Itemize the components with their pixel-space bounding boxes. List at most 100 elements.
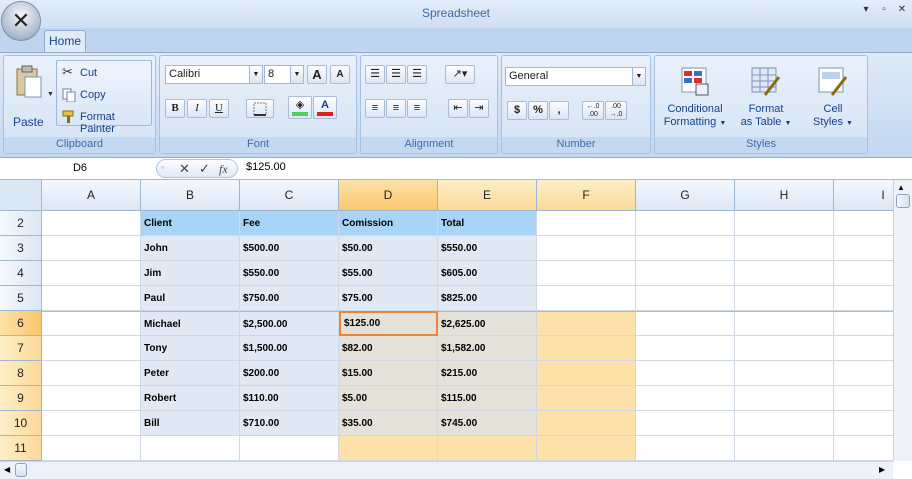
cell-g4[interactable] xyxy=(636,261,735,286)
cell-h5[interactable] xyxy=(735,286,834,311)
cell-e7[interactable]: $1,582.00 xyxy=(438,336,537,361)
cell-b8[interactable]: Peter xyxy=(141,361,240,386)
cell-i2[interactable] xyxy=(834,211,893,236)
cell-h7[interactable] xyxy=(735,336,834,361)
formula-input[interactable]: $125.00 xyxy=(246,158,912,179)
cell-g2[interactable] xyxy=(636,211,735,236)
column-header-g[interactable]: G xyxy=(636,180,735,211)
align-top-button[interactable]: ☰ xyxy=(365,65,385,84)
scroll-right-icon[interactable]: ▶ xyxy=(879,465,885,474)
cell-c5[interactable]: $750.00 xyxy=(240,286,339,311)
cell-f7[interactable] xyxy=(537,336,636,361)
row-header-4[interactable]: 4 xyxy=(0,261,42,286)
cell-a4[interactable] xyxy=(42,261,141,286)
cell-d11[interactable] xyxy=(339,436,438,461)
cell-f11[interactable] xyxy=(537,436,636,461)
column-header-b[interactable]: B xyxy=(141,180,240,211)
cell-c10[interactable]: $710.00 xyxy=(240,411,339,436)
row-header-6[interactable]: 6 xyxy=(0,311,42,336)
number-format-combo[interactable]: General ▼ xyxy=(505,67,646,86)
cell-e5[interactable]: $825.00 xyxy=(438,286,537,311)
cell-f5[interactable] xyxy=(537,286,636,311)
column-header-a[interactable]: A xyxy=(42,180,141,211)
increase-indent-button[interactable]: ⇥ xyxy=(469,99,489,118)
close-button[interactable]: ✕ xyxy=(895,4,909,16)
row-header-3[interactable]: 3 xyxy=(0,236,42,261)
cell-i7[interactable] xyxy=(834,336,893,361)
cell-f2[interactable] xyxy=(537,211,636,236)
vertical-scrollbar[interactable]: ▲ xyxy=(893,180,912,461)
cell-d9[interactable]: $5.00 xyxy=(339,386,438,411)
cell-i10[interactable] xyxy=(834,411,893,436)
cell-d4[interactable]: $55.00 xyxy=(339,261,438,286)
select-all-corner[interactable] xyxy=(0,180,42,211)
cell-f10[interactable] xyxy=(537,411,636,436)
enter-formula-button[interactable]: ✓ xyxy=(199,161,210,177)
borders-button[interactable] xyxy=(246,99,274,118)
copy-button[interactable]: Copy xyxy=(59,85,149,104)
number-format-dropdown-icon[interactable]: ▼ xyxy=(632,68,645,85)
cell-e11[interactable] xyxy=(438,436,537,461)
row-header-8[interactable]: 8 xyxy=(0,361,42,386)
insert-function-button[interactable]: fx xyxy=(219,162,228,177)
cell-f6[interactable] xyxy=(537,311,636,336)
row-header-9[interactable]: 9 xyxy=(0,386,42,411)
restore-button[interactable]: ▫ xyxy=(877,4,891,16)
decrease-decimal-button[interactable]: .00 →.0 xyxy=(605,101,627,120)
grow-font-button[interactable]: A xyxy=(307,65,327,84)
paste-button[interactable]: ▼ Paste xyxy=(8,60,54,130)
cell-f8[interactable] xyxy=(537,361,636,386)
cell-i5[interactable] xyxy=(834,286,893,311)
column-header-h[interactable]: H xyxy=(735,180,834,211)
tab-home[interactable]: Home xyxy=(44,30,86,53)
cell-styles-button[interactable]: Cell Styles ▼ xyxy=(801,64,863,134)
cell-c11[interactable] xyxy=(240,436,339,461)
cell-a8[interactable] xyxy=(42,361,141,386)
shrink-font-button[interactable]: A xyxy=(330,65,350,84)
cell-b6[interactable]: Michael xyxy=(141,311,240,336)
cell-d7[interactable]: $82.00 xyxy=(339,336,438,361)
font-color-button[interactable]: A xyxy=(313,96,337,119)
cell-h6[interactable] xyxy=(735,311,834,336)
paste-dropdown-arrow-icon[interactable]: ▼ xyxy=(47,91,54,98)
cell-c8[interactable]: $200.00 xyxy=(240,361,339,386)
cell-g9[interactable] xyxy=(636,386,735,411)
cell-a9[interactable] xyxy=(42,386,141,411)
underline-button[interactable]: U xyxy=(209,99,229,118)
percent-button[interactable]: % xyxy=(528,101,548,120)
name-box[interactable]: D6 xyxy=(0,158,160,179)
align-right-button[interactable]: ≡ xyxy=(407,99,427,118)
cell-b10[interactable]: Bill xyxy=(141,411,240,436)
application-menu-button[interactable]: ✕ xyxy=(1,1,41,41)
cell-d3[interactable]: $50.00 xyxy=(339,236,438,261)
cell-b3[interactable]: John xyxy=(141,236,240,261)
cell-g8[interactable] xyxy=(636,361,735,386)
row-header-10[interactable]: 10 xyxy=(0,411,42,436)
cell-c6[interactable]: $2,500.00 xyxy=(240,311,339,336)
font-size-dropdown-icon[interactable]: ▼ xyxy=(290,66,303,83)
format-as-table-button[interactable]: Format as Table ▼ xyxy=(733,64,797,134)
cell-h11[interactable] xyxy=(735,436,834,461)
column-header-c[interactable]: C xyxy=(240,180,339,211)
cell-i4[interactable] xyxy=(834,261,893,286)
cell-a6[interactable] xyxy=(42,311,141,336)
row-header-5[interactable]: 5 xyxy=(0,286,42,311)
cell-i11[interactable] xyxy=(834,436,893,461)
increase-decimal-button[interactable]: ←.0 .00 xyxy=(582,101,604,120)
font-family-dropdown-icon[interactable]: ▼ xyxy=(249,66,262,83)
horizontal-scroll-thumb[interactable] xyxy=(15,463,27,477)
cell-b4[interactable]: Jim xyxy=(141,261,240,286)
cell-f4[interactable] xyxy=(537,261,636,286)
cell-e2[interactable]: Total xyxy=(438,211,537,236)
horizontal-scrollbar[interactable]: ◀ ▶ xyxy=(0,461,893,479)
minimize-button[interactable]: ▾ xyxy=(859,4,873,16)
cell-b11[interactable] xyxy=(141,436,240,461)
cell-d5[interactable]: $75.00 xyxy=(339,286,438,311)
cell-a2[interactable] xyxy=(42,211,141,236)
align-middle-button[interactable]: ☰ xyxy=(386,65,406,84)
cell-i8[interactable] xyxy=(834,361,893,386)
orientation-button[interactable]: ↗▾ xyxy=(445,65,475,84)
cell-i6[interactable] xyxy=(834,311,893,336)
cell-h4[interactable] xyxy=(735,261,834,286)
cell-a10[interactable] xyxy=(42,411,141,436)
